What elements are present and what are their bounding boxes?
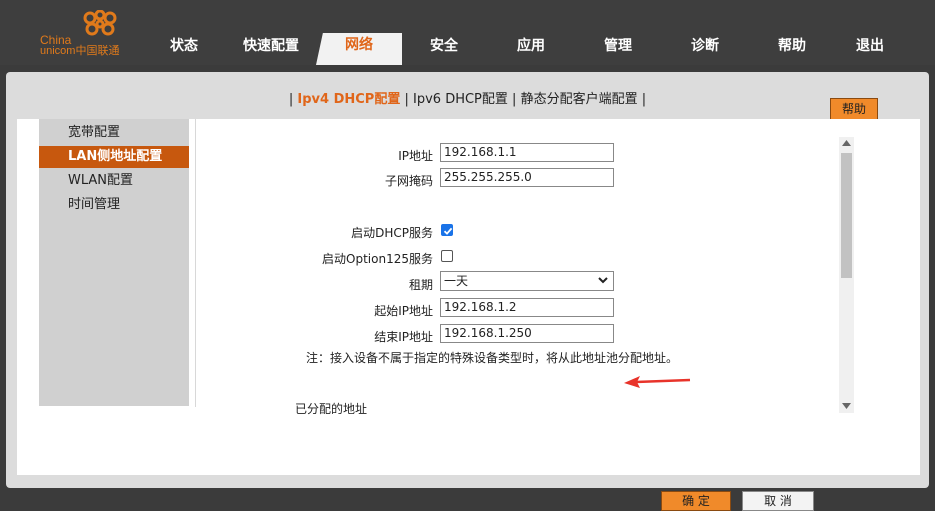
logo-text-line2: unicom中国联通	[40, 45, 120, 57]
scrollbar[interactable]	[839, 137, 854, 413]
main-panel: | Ipv4 DHCP配置 | Ipv6 DHCP配置 | 静态分配客户端配置 …	[6, 72, 929, 511]
unicom-logo: China unicom中国联通	[40, 10, 120, 60]
dhcp-service-label: 启动DHCP服务	[351, 226, 433, 240]
tab-logout[interactable]: 退出	[846, 36, 894, 56]
cancel-button[interactable]: 取 消	[742, 491, 814, 511]
subnet-mask-label: 子网掩码	[384, 174, 433, 188]
subnav-separator: |	[404, 92, 409, 107]
tab-application[interactable]: 应用	[507, 36, 555, 56]
subnav-static-client[interactable]: 静态分配客户端配置	[521, 92, 638, 107]
option125-checkbox[interactable]	[441, 250, 453, 262]
end-ip-input[interactable]: 192.168.1.250	[440, 324, 614, 343]
chevron-down-icon	[598, 277, 608, 284]
subnav-ipv6-dhcp[interactable]: Ipv6 DHCP配置	[413, 92, 508, 107]
scroll-down-icon[interactable]	[842, 403, 851, 409]
top-navigation-bar: China unicom中国联通 状态 快速配置 网络 安全 应用 管理 诊断 …	[0, 0, 935, 65]
help-button[interactable]: 帮助	[830, 98, 878, 120]
ip-address-input[interactable]: 192.168.1.1	[440, 143, 614, 162]
address-pool-note: 注：接入设备不属于指定的特殊设备类型时，将从此地址池分配地址。	[306, 351, 679, 365]
lease-select[interactable]: 一天	[440, 271, 614, 291]
subnav-ipv4-dhcp[interactable]: Ipv4 DHCP配置	[297, 92, 400, 107]
tab-help[interactable]: 帮助	[768, 36, 816, 56]
dhcp-service-checkbox[interactable]	[441, 224, 453, 236]
red-arrow-icon	[624, 376, 691, 388]
tab-security[interactable]: 安全	[420, 36, 468, 56]
lease-label: 租期	[408, 278, 433, 292]
scroll-thumb[interactable]	[841, 153, 852, 278]
start-ip-input[interactable]: 192.168.1.2	[440, 298, 614, 317]
tab-management[interactable]: 管理	[594, 36, 642, 56]
subnav-separator: |	[288, 92, 294, 107]
sidebar-item-time[interactable]: 时间管理	[39, 194, 189, 216]
unicom-logo-icon	[83, 10, 117, 36]
subnav-separator: |	[641, 92, 647, 107]
sidebar: 宽带配置 LAN侧地址配置 WLAN配置 时间管理	[39, 119, 189, 406]
sidebar-item-lan-address[interactable]: LAN侧地址配置	[39, 146, 189, 168]
tab-network[interactable]: 网络	[316, 33, 402, 65]
confirm-button[interactable]: 确 定	[661, 491, 731, 511]
start-ip-label: 起始IP地址	[374, 304, 433, 318]
content-area: 宽带配置 LAN侧地址配置 WLAN配置 时间管理 IP地址 192.168.1…	[17, 119, 920, 511]
sidebar-item-broadband[interactable]: 宽带配置	[39, 122, 189, 144]
lease-select-value: 一天	[444, 274, 469, 288]
option125-label: 启动Option125服务	[322, 252, 433, 266]
end-ip-label: 结束IP地址	[374, 330, 433, 344]
checkmark-icon	[443, 227, 453, 235]
ip-address-label: IP地址	[398, 149, 433, 163]
tab-quick-config[interactable]: 快速配置	[236, 36, 306, 56]
assigned-addresses-heading: 已分配的地址	[295, 402, 368, 416]
tab-network-label: 网络	[345, 37, 373, 53]
tab-status[interactable]: 状态	[160, 36, 208, 56]
tab-diagnose[interactable]: 诊断	[681, 36, 729, 56]
sidebar-item-wlan[interactable]: WLAN配置	[39, 170, 189, 192]
subnav-separator: |	[512, 92, 517, 107]
sub-navigation: | Ipv4 DHCP配置 | Ipv6 DHCP配置 | 静态分配客户端配置 …	[6, 88, 929, 107]
subnet-mask-input[interactable]: 255.255.255.0	[440, 168, 614, 187]
scroll-up-icon[interactable]	[842, 140, 851, 146]
